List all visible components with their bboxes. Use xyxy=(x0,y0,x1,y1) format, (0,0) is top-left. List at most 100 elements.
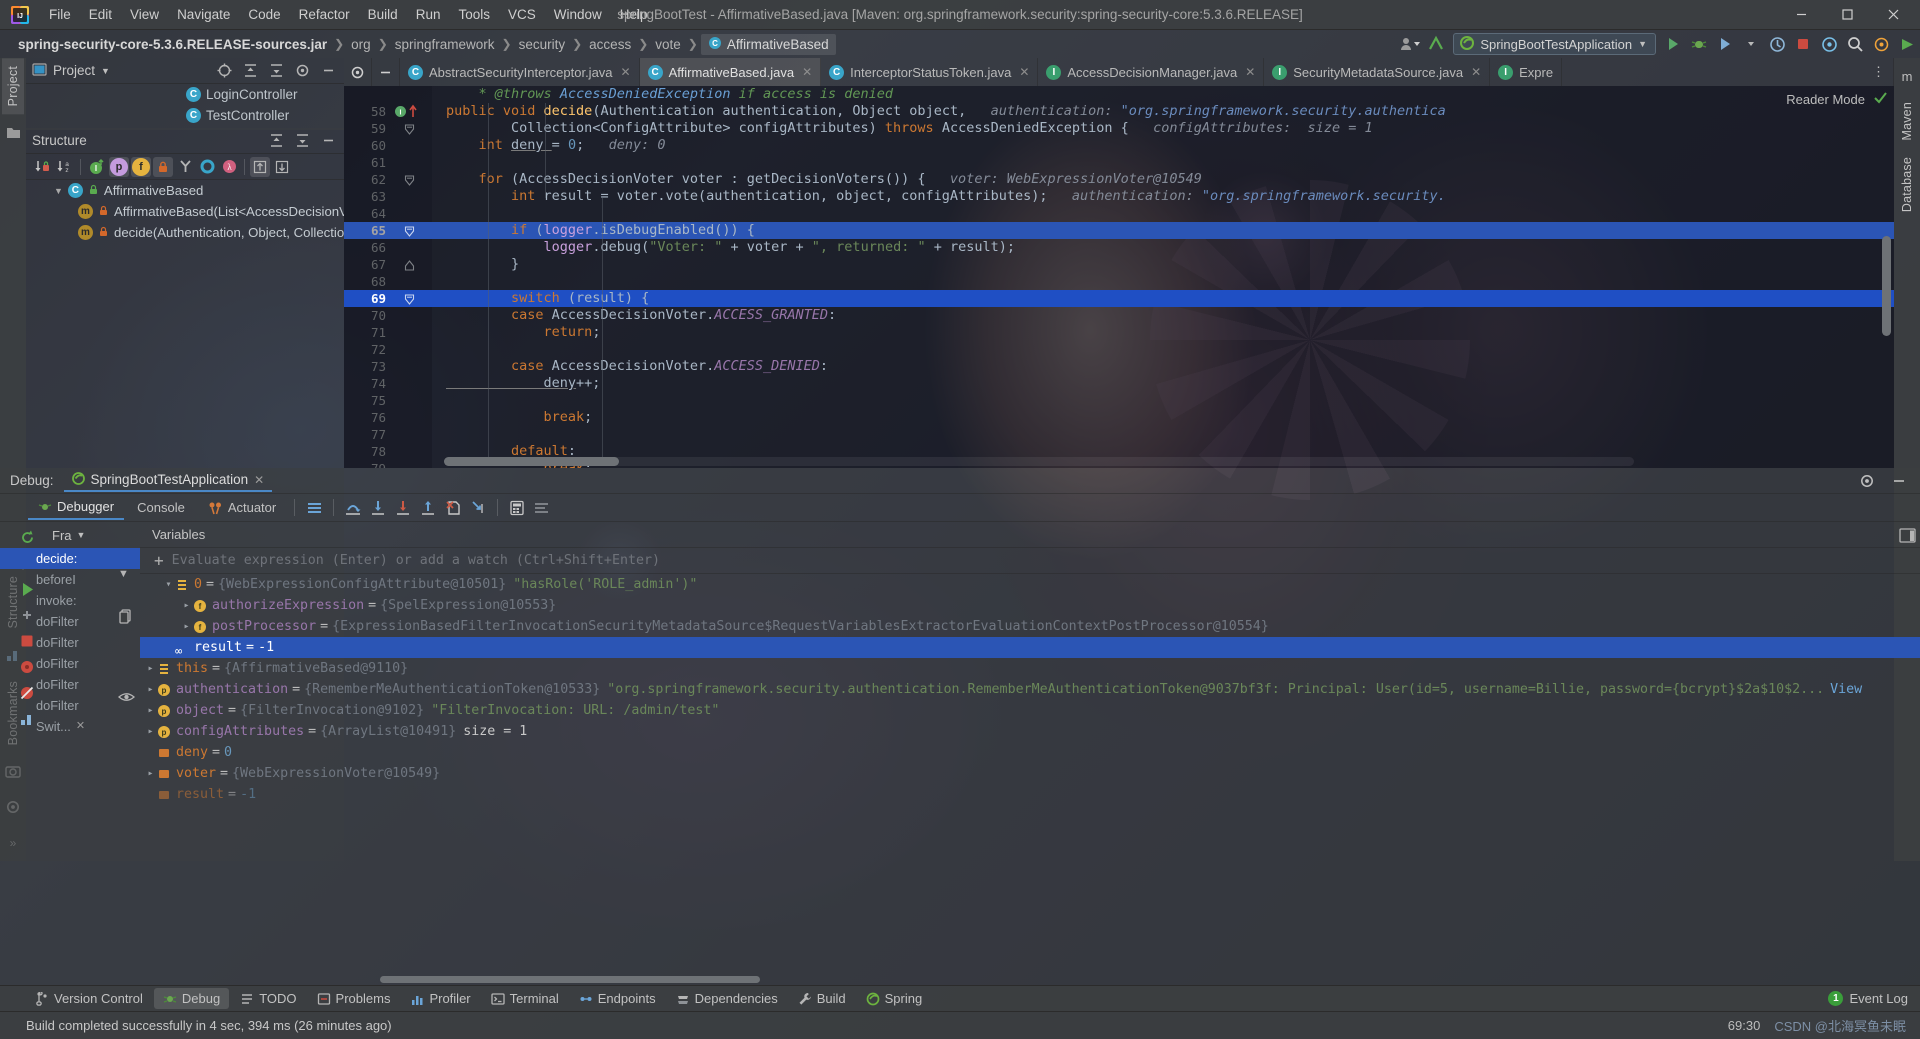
profiler-dropdown-icon[interactable] xyxy=(1739,33,1763,55)
chevron-down-icon[interactable]: ▾ xyxy=(162,574,175,595)
attach-profiler-icon[interactable] xyxy=(1765,33,1789,55)
watch-expression-input[interactable]: + Evaluate expression (Enter) or add a w… xyxy=(140,548,1920,574)
expand-all-icon[interactable] xyxy=(240,61,260,81)
toolwindow-debug[interactable]: Debug xyxy=(153,988,230,1009)
toolwindow-version-control[interactable]: Version Control xyxy=(26,988,152,1009)
toolwindow-todo[interactable]: TODO xyxy=(231,988,305,1009)
menu-window[interactable]: Window xyxy=(545,4,611,25)
sidebar-tab-maven[interactable]: Maven xyxy=(1896,94,1918,149)
debug-session-tab[interactable]: SpringBootTestApplication ✕ xyxy=(63,470,273,492)
editor-tab-abstractsecurityinterceptor[interactable]: C AbstractSecurityInterceptor.java ✕ xyxy=(400,58,640,86)
variables-more-icon[interactable]: ▼ xyxy=(118,568,129,580)
stop-button[interactable] xyxy=(1791,33,1815,55)
breadcrumb-security[interactable]: security xyxy=(515,37,570,52)
frame-row-dofilter-2[interactable]: doFilter xyxy=(0,632,140,653)
step-over-icon[interactable] xyxy=(342,497,364,519)
variable-row-result[interactable]: result = -1 xyxy=(140,784,1920,805)
editor-tab-interceptorstatustoken[interactable]: C InterceptorStatusToken.java ✕ xyxy=(821,58,1039,86)
structure-node-constructor[interactable]: m AffirmativeBased(List<AccessDecisionV xyxy=(26,201,344,222)
expand-all-icon[interactable] xyxy=(266,131,286,151)
show-non-public-icon[interactable] xyxy=(153,156,173,177)
close-icon[interactable]: ✕ xyxy=(621,65,631,79)
chevron-right-icon[interactable]: ▸ xyxy=(144,700,157,721)
frame-row-dofilter-3[interactable]: doFilter xyxy=(0,653,140,674)
tab-actuator[interactable]: Actuator xyxy=(198,496,286,519)
chevron-down-icon[interactable]: ▼ xyxy=(54,186,63,196)
editor-tab-affirmativebased[interactable]: C AffirmativeBased.java ✕ xyxy=(639,58,822,86)
update-project-icon[interactable] xyxy=(1424,33,1448,55)
menu-edit[interactable]: Edit xyxy=(80,4,121,25)
editor-tab-overflow-icon[interactable]: ⋮ xyxy=(1864,58,1894,86)
menu-vcs[interactable]: VCS xyxy=(499,4,545,25)
show-fields-icon[interactable]: f xyxy=(131,156,151,177)
editor-vertical-scrollbar[interactable] xyxy=(1882,236,1891,336)
variable-row-voter[interactable]: ▸ voter = {WebExpressionVoter@10549} xyxy=(140,763,1920,784)
run-to-cursor-icon[interactable] xyxy=(467,497,489,519)
expand-all-icon[interactable] xyxy=(250,156,270,177)
close-icon[interactable]: ✕ xyxy=(1245,65,1255,79)
sort-alphabetically-icon[interactable]: az xyxy=(54,157,74,177)
fold-icon[interactable] xyxy=(404,174,415,186)
sort-by-visibility-icon[interactable] xyxy=(32,157,52,177)
run-button[interactable] xyxy=(1661,33,1685,55)
evaluate-expression-icon[interactable] xyxy=(506,497,528,519)
breadcrumb-org[interactable]: org xyxy=(347,37,375,52)
variables-copy-icon[interactable] xyxy=(118,608,134,627)
close-icon[interactable]: ✕ xyxy=(254,473,264,487)
code-editor[interactable]: 58 I 59 60 61 62 63 64 65 66 67 68 69 70… xyxy=(344,86,1894,468)
variable-row-this[interactable]: ▸ this = {AffirmativeBased@9110} xyxy=(140,658,1920,679)
gear-icon[interactable] xyxy=(1856,470,1878,492)
close-icon[interactable]: ✕ xyxy=(76,716,85,737)
chevron-right-icon[interactable]: ▸ xyxy=(180,595,193,616)
toolwindow-build[interactable]: Build xyxy=(789,988,855,1009)
show-properties-icon[interactable]: p xyxy=(109,156,129,177)
hide-icon[interactable] xyxy=(1888,470,1910,492)
panel-options-icon[interactable] xyxy=(292,61,312,81)
menu-run[interactable]: Run xyxy=(407,4,450,25)
minimize-button[interactable] xyxy=(1778,0,1824,30)
project-item-logincontroller[interactable]: C LoginController xyxy=(26,84,344,105)
chevron-right-icon[interactable]: ▸ xyxy=(180,616,193,637)
fold-end-icon[interactable] xyxy=(404,259,415,271)
collapse-all-icon[interactable] xyxy=(292,131,312,151)
tab-console[interactable]: Console xyxy=(127,496,195,519)
caret-position[interactable]: 69:30 xyxy=(1728,1018,1761,1033)
sidebar-tab-project[interactable]: Project xyxy=(2,58,24,115)
notifications-icon[interactable] xyxy=(1817,33,1841,55)
chevron-down-icon[interactable]: ▼ xyxy=(77,530,86,540)
toolwindow-endpoints[interactable]: Endpoints xyxy=(570,988,665,1009)
close-button[interactable] xyxy=(1870,0,1916,30)
toolwindow-profiler[interactable]: Profiler xyxy=(401,988,479,1009)
fold-icon[interactable] xyxy=(404,293,415,305)
variable-row-deny[interactable]: deny = 0 xyxy=(140,742,1920,763)
drop-frame-icon[interactable] xyxy=(442,497,464,519)
more-tool-windows-icon[interactable]: m xyxy=(1896,65,1918,87)
toolwindow-terminal[interactable]: Terminal xyxy=(482,988,568,1009)
group-icon[interactable] xyxy=(175,157,195,177)
breadcrumb-springframework[interactable]: springframework xyxy=(391,37,499,52)
editor-tab-accessdecisionmanager[interactable]: I AccessDecisionManager.java ✕ xyxy=(1038,58,1265,86)
scroll-from-source-icon[interactable] xyxy=(214,61,234,81)
maximize-button[interactable] xyxy=(1824,0,1870,30)
toolwindow-problems[interactable]: Problems xyxy=(308,988,400,1009)
frame-row-decide[interactable]: decide: xyxy=(0,548,140,569)
variable-row-authorizeexpression[interactable]: ▸ f authorizeExpression = {SpelExpressio… xyxy=(140,595,1920,616)
show-interfaces-icon[interactable] xyxy=(197,157,217,177)
menu-code[interactable]: Code xyxy=(239,4,289,25)
step-into-icon[interactable] xyxy=(367,497,389,519)
variables-horizontal-scrollbar[interactable] xyxy=(380,976,760,983)
force-step-into-icon[interactable] xyxy=(392,497,414,519)
variable-row-postprocessor[interactable]: ▸ f postProcessor = {ExpressionBasedFilt… xyxy=(140,616,1920,637)
search-everywhere-icon[interactable] xyxy=(1843,33,1867,55)
menu-view[interactable]: View xyxy=(121,4,168,25)
run-configuration-selector[interactable]: SpringBootTestApplication ▼ xyxy=(1453,33,1656,55)
mute-breakpoints-icon[interactable] xyxy=(303,497,325,519)
add-watch-icon[interactable]: + xyxy=(148,551,164,570)
fold-icon[interactable] xyxy=(404,225,415,237)
variable-row-authentication[interactable]: ▸ p authentication = {RememberMeAuthenti… xyxy=(140,679,1920,700)
structure-node-affirmativebased[interactable]: ▼ C AffirmativeBased xyxy=(26,180,344,201)
folder-icon[interactable] xyxy=(2,121,24,143)
chevron-down-icon[interactable]: ▼ xyxy=(101,66,110,76)
breadcrumb-vote[interactable]: vote xyxy=(651,37,685,52)
fold-icon[interactable] xyxy=(404,123,415,135)
